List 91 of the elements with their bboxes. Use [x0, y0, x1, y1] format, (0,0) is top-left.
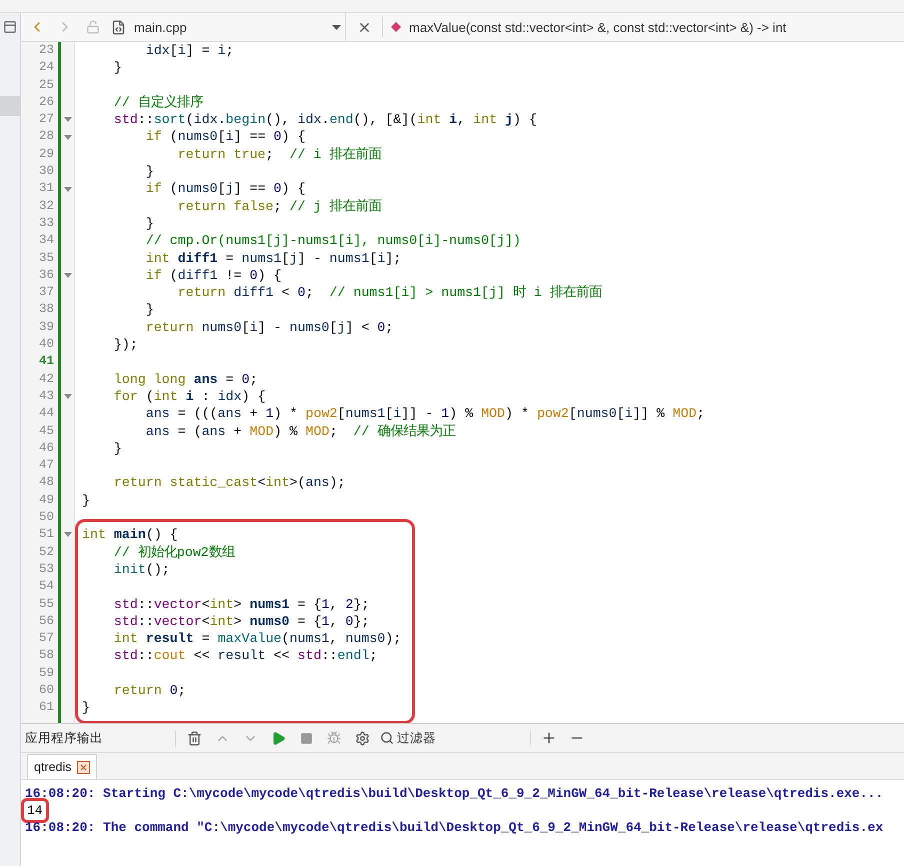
line-number: 49: [38, 492, 55, 509]
line-number: 50: [38, 509, 55, 526]
line-number: 28: [38, 128, 55, 146]
code-line: });: [112, 336, 139, 354]
line-number: 34: [38, 232, 55, 250]
line-number: 40: [38, 336, 55, 354]
code-line: init();: [112, 560, 171, 578]
code-line: int result = maxValue(nums1, nums0);: [112, 630, 402, 648]
code-line: return 0;: [112, 682, 187, 700]
function-diamond-icon: [391, 22, 401, 32]
fold-arrow-icon[interactable]: [64, 532, 72, 538]
search-icon: [380, 731, 394, 745]
file-dropdown[interactable]: main.cpp: [111, 13, 346, 41]
line-number: 39: [38, 318, 55, 336]
fold-arrow-icon[interactable]: [64, 117, 72, 122]
code-line: if (diff1 != 0) {: [144, 266, 283, 284]
panel-title: 应用程序输出: [21, 730, 176, 746]
code-line: }: [82, 492, 91, 510]
line-number: 33: [38, 214, 55, 232]
code-line: return false; // j 排在前面: [176, 198, 382, 215]
line-number: 46: [38, 440, 55, 457]
code-line: std::vector<int> nums0 = {1, 0};: [112, 612, 370, 630]
fold-arrow-icon[interactable]: [64, 394, 72, 400]
caret-icon: [332, 24, 341, 30]
output-line: 16:08:20: Starting C:\mycode\mycode\qtredis\build\Desktop_Qt_6_9_2_MinGW_64_bit-Release\release\qtredis.exe...: [25, 785, 884, 802]
line-number: 58: [38, 647, 55, 664]
line-number: 48: [38, 474, 55, 492]
line-number: 42: [38, 370, 55, 388]
code-line: return static_cast<int>(ans);: [112, 474, 346, 492]
code-line: int diff1 = nums1[j] - nums1[i];: [144, 250, 402, 267]
line-number: 30: [38, 163, 55, 180]
line-number: 24: [38, 59, 55, 76]
line-number: 43: [38, 388, 55, 405]
line-number: 38: [38, 301, 55, 318]
line-number: 41: [38, 353, 55, 370]
line-number: 59: [38, 664, 55, 682]
line-number: 37: [38, 284, 55, 302]
line-number: 26: [38, 94, 55, 111]
line-number: 55: [38, 596, 55, 612]
code-line: }: [144, 214, 155, 232]
code-line: ans = (((ans + 1) * pow2[nums1[i]] - 1) % MOD) * pow2[nums0[i]] % MOD;: [144, 405, 706, 423]
code-line: }: [112, 59, 123, 77]
code-line: }: [82, 699, 91, 717]
code-line: int main() {: [82, 526, 179, 544]
fold-arrow-icon[interactable]: [64, 186, 72, 192]
line-number: 45: [38, 422, 55, 440]
code-line: ans = (ans + MOD) % MOD; // 确保结果为正: [144, 422, 456, 440]
output-line: 16:08:20: The command "C:\mycode\mycode\qtredis\build\Desktop_Qt_6_9_2_MinGW_64_bit-Release\release\qtredis.ex: [25, 819, 884, 836]
code-line: return nums0[i] - nums0[j] < 0;: [144, 318, 394, 336]
line-number: 54: [38, 578, 55, 596]
code-line: }: [144, 163, 155, 180]
line-number: 23: [38, 42, 55, 59]
line-number: 52: [38, 544, 55, 561]
fold-arrow-icon[interactable]: [64, 134, 72, 140]
code-line: // cmp.Or(nums1[j]-nums1[i], nums0[i]-nums0[j]): [144, 232, 522, 250]
code-line: // 初始化pow2数组: [112, 544, 236, 561]
code-line: // 自定义排序: [112, 94, 204, 112]
line-number: 29: [38, 146, 55, 163]
output-tab[interactable]: qtredis: [27, 754, 97, 779]
line-number: 60: [38, 682, 55, 699]
file-icon: [111, 20, 126, 34]
line-number: 47: [38, 457, 55, 474]
code-line: return true; // i 排在前面: [176, 146, 382, 164]
line-number: 44: [38, 405, 55, 422]
line-number: 61: [38, 699, 55, 716]
code-line: std::sort(idx.begin(), idx.end(), [&](int i, int j) {: [112, 111, 538, 128]
code-line: long long ans = 0;: [112, 370, 259, 388]
code-line: for (int i : idx) {: [112, 388, 267, 406]
line-number: 31: [38, 180, 55, 198]
line-number: 36: [38, 266, 55, 284]
code-line: }: [112, 440, 123, 458]
line-number: 32: [38, 198, 55, 215]
fold-arrow-icon[interactable]: [64, 273, 72, 278]
code-line: if (nums0[j] == 0) {: [144, 180, 306, 198]
line-number: 51: [38, 526, 55, 544]
code-line: }: [144, 301, 155, 319]
code-line: std::vector<int> nums1 = {1, 2};: [112, 596, 370, 613]
code-line: if (nums0[i] == 0) {: [144, 128, 306, 146]
code-line: std::cout << result << std::endl;: [112, 647, 378, 665]
close-icon[interactable]: [76, 760, 90, 774]
line-number: 25: [38, 76, 55, 94]
line-number: 27: [38, 111, 55, 128]
line-number: 53: [38, 560, 55, 578]
tab-label: qtredis: [34, 760, 72, 774]
filter-field[interactable]: 过滤器: [397, 731, 507, 745]
line-number: 56: [38, 612, 55, 630]
function-selector[interactable]: maxValue(const std::vector<int> &, const std::vector<int> &) -> int: [409, 20, 786, 34]
line-number: 57: [38, 630, 55, 648]
code-line: return diff1 < 0; // nums1[i] > nums1[j] 时 i 排在前面: [176, 284, 603, 302]
line-number: 35: [38, 250, 55, 267]
code-line: idx[i] = i;: [144, 42, 235, 60]
